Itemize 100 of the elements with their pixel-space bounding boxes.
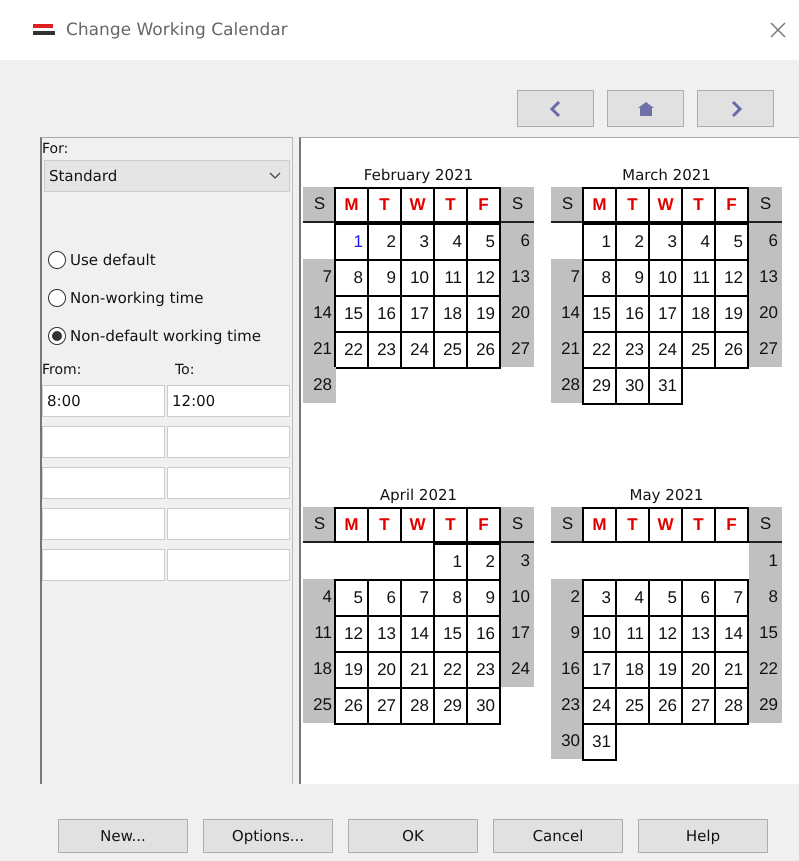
calendar-day[interactable]: 22 [749, 651, 782, 687]
calendar-day[interactable]: 7 [551, 259, 584, 295]
weekday-header: T [367, 187, 402, 223]
weekday-header: S [749, 507, 782, 543]
next-button[interactable] [697, 90, 774, 127]
calendar-day[interactable]: 30 [466, 687, 501, 725]
calendar-day[interactable]: 28 [303, 367, 336, 403]
weekday-header: W [648, 187, 683, 223]
weekday-header: F [466, 507, 501, 543]
calendar-day[interactable]: 9 [551, 615, 584, 651]
calendar-day[interactable]: 1 [749, 543, 782, 579]
calendar-day[interactable]: 28 [714, 687, 749, 725]
calendar-day[interactable]: 26 [466, 331, 501, 369]
calendar-day[interactable]: 29 [749, 687, 782, 723]
calendar-day[interactable]: 13 [749, 259, 782, 295]
weekday-header: M [582, 507, 617, 543]
calendar-dropdown[interactable]: Standard [44, 160, 290, 192]
weekday-header: S [551, 507, 584, 543]
to-time-field[interactable] [167, 549, 290, 581]
dialog-button[interactable]: Options... [203, 819, 333, 853]
calendar-day[interactable]: 25 [303, 687, 336, 723]
weekday-header: T [367, 507, 402, 543]
weekday-header: S [303, 507, 336, 543]
calendar-day[interactable]: 18 [303, 651, 336, 687]
from-time-field[interactable] [42, 549, 165, 581]
weekday-header: W [400, 507, 435, 543]
to-time-field[interactable] [167, 426, 290, 458]
from-time-field[interactable] [42, 426, 165, 458]
radio-button[interactable] [48, 289, 66, 307]
calendar-day[interactable]: 22 [334, 331, 369, 369]
radio-button[interactable] [48, 327, 66, 345]
calendar-day[interactable]: 23 [551, 687, 584, 723]
calendar-day[interactable]: 26 [334, 687, 369, 725]
weekday-header: W [400, 187, 435, 223]
to-label: To: [174, 362, 196, 378]
weekday-header: M [582, 187, 617, 223]
calendar-day[interactable]: 21 [303, 331, 336, 367]
calendar-day[interactable]: 30 [551, 723, 584, 759]
calendar-day[interactable]: 14 [551, 295, 584, 331]
to-time-field[interactable]: 12:00 [167, 385, 290, 417]
calendar-day[interactable]: 24 [501, 651, 534, 687]
window-title: Change Working Calendar [66, 20, 289, 40]
calendar-day[interactable]: 31 [582, 723, 617, 761]
dialog-button[interactable]: Help [638, 819, 768, 853]
calendar-day[interactable]: 7 [303, 259, 336, 295]
calendar-day[interactable]: 5 [714, 223, 749, 261]
close-icon[interactable] [769, 21, 787, 39]
to-time-field[interactable] [167, 467, 290, 499]
calendar-day[interactable]: 2 [551, 579, 584, 615]
calendar-day[interactable]: 16 [551, 651, 584, 687]
calendar-day[interactable]: 8 [749, 579, 782, 615]
calendar-day[interactable]: 2 [466, 543, 501, 581]
weekday-header: S [303, 187, 336, 223]
radio-option[interactable]: Use default [48, 248, 292, 272]
house-icon [636, 100, 656, 116]
calendar-day[interactable]: 11 [303, 615, 336, 651]
calendar-day[interactable]: 6 [749, 223, 782, 259]
calendar-day[interactable]: 6 [501, 223, 534, 259]
month-title: May 2021 [628, 486, 704, 504]
calendar-day[interactable]: 26 [714, 331, 749, 369]
calendar-day[interactable]: 20 [501, 295, 534, 331]
app-logo-icon [32, 23, 56, 37]
calendar-day[interactable]: 5 [466, 223, 501, 261]
weekday-header: T [615, 187, 650, 223]
calendar-day[interactable]: 10 [501, 579, 534, 615]
calendar-day[interactable]: 29 [582, 367, 617, 405]
calendar-day[interactable]: 20 [749, 295, 782, 331]
weekday-header: S [749, 187, 782, 223]
from-time-field[interactable] [42, 467, 165, 499]
weekday-header: S [551, 187, 584, 223]
weekday-header: T [433, 187, 468, 223]
to-time-field[interactable] [167, 508, 290, 540]
weekday-header: T [681, 507, 716, 543]
calendar-day[interactable]: 17 [501, 615, 534, 651]
chevron-left-icon [548, 100, 562, 116]
home-button[interactable] [607, 90, 684, 127]
dialog-button[interactable]: New... [58, 819, 188, 853]
calendar-day[interactable]: 3 [501, 543, 534, 579]
from-time-field[interactable]: 8:00 [42, 385, 165, 417]
radio-button[interactable] [48, 251, 66, 269]
calendar-day[interactable]: 4 [303, 579, 336, 615]
weekday-header: M [334, 507, 369, 543]
calendar-day[interactable]: 14 [303, 295, 336, 331]
weekday-header: W [648, 507, 683, 543]
calendar-day[interactable]: 27 [749, 331, 782, 367]
calendar-day[interactable]: 15 [749, 615, 782, 651]
radio-option[interactable]: Non-default working time [48, 324, 292, 348]
calendar-day[interactable]: 31 [648, 367, 683, 405]
weekday-header: F [466, 187, 501, 223]
calendar-day[interactable]: 21 [551, 331, 584, 367]
dialog-button[interactable]: OK [348, 819, 478, 853]
calendar-day[interactable]: 13 [501, 259, 534, 295]
dialog-button[interactable]: Cancel [493, 819, 623, 853]
weekday-header: T [433, 507, 468, 543]
calendar-day[interactable]: 27 [501, 331, 534, 367]
calendar-day[interactable]: 28 [551, 367, 584, 403]
calendar-day[interactable]: 7 [714, 579, 749, 617]
radio-option[interactable]: Non-working time [48, 286, 292, 310]
previous-button[interactable] [517, 90, 594, 127]
from-time-field[interactable] [42, 508, 165, 540]
